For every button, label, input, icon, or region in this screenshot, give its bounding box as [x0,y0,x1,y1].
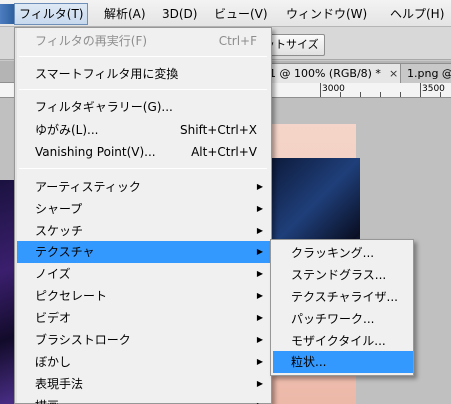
menu-item-label: 粒状... [291,355,327,369]
submenu-arrow-icon: ▶ [256,182,263,191]
menu-item-vanishing-point[interactable]: Vanishing Point(V)... Alt+Ctrl+V [17,141,271,163]
submenu-arrow-icon: ▶ [256,269,263,278]
menu-item-label: モザイクタイル... [291,334,386,348]
submenu-arrow-icon: ▶ [257,395,263,404]
menu-item-label: テクスチャ [35,245,95,259]
menu-item-grain[interactable]: 粒状... [273,351,413,373]
ruler-tick [420,83,421,97]
menu-item-label: ぼかし [35,355,72,369]
fit-screen-button[interactable]: ットサイズ [263,34,325,56]
menu-separator [19,168,267,169]
ruler-tick [360,92,361,97]
tab-label: 1.png @ [407,67,451,80]
menu-item-label: Vanishing Point(V)... [35,145,156,159]
menu-item-stylize[interactable]: 表現手法 ▶ [17,373,271,395]
menu-filter[interactable]: フィルタ(T) [14,3,89,25]
menu-view[interactable]: ビュー(V) [210,3,272,25]
menu-item-artistic[interactable]: アーティスティック ▶ [17,176,271,198]
menu-item-craquelure[interactable]: クラッキング... [273,242,413,264]
menu-item-label: アーティスティック [35,180,141,194]
menu-item-label: ノイズ [35,267,71,281]
menu-item-shortcut: Ctrl+F [218,34,257,48]
menu-item-label: 表現手法 [35,377,84,391]
texture-submenu: クラッキング... ステンドグラス... テクスチャライザ... パッチワーク.… [270,239,414,376]
menu-item-label: ピクセレート [35,289,108,303]
menu-item-pixelate[interactable]: ピクセレート ▶ [17,285,271,307]
menu-separator [19,56,267,57]
menu-item-label: スケッチ [35,224,84,238]
menu-item-liquify[interactable]: ゆがみ(L)... Shift+Ctrl+X [17,119,271,141]
menu-item-label: 描画 [35,395,59,404]
menu-help[interactable]: ヘルプ(H) [386,3,448,25]
menu-item-shortcut: Alt+Ctrl+V [191,145,257,159]
tab-document-1[interactable]: 1 @ 100% (RGB/8) * × [262,63,406,83]
menu-separator [19,89,267,90]
menu-analysis[interactable]: 解析(A) [100,3,150,25]
ruler-tick [320,83,321,97]
menu-item-label: ブラシストローク [35,333,131,347]
menu-item-video[interactable]: ビデオ ▶ [17,307,271,329]
menu-item-texturizer[interactable]: テクスチャライザ... [273,286,413,308]
menu-item-label: ゆがみ(L)... [35,123,99,137]
menu-item-texture[interactable]: テクスチャ ▶ [17,241,271,263]
submenu-arrow-icon: ▶ [256,313,263,322]
ruler-label: 3500 [422,84,445,94]
submenu-arrow-icon: ▶ [256,226,263,235]
menu-item-patchwork[interactable]: パッチワーク... [273,308,413,330]
ruler-tick [400,92,401,97]
menu-3d[interactable]: 3D(D) [158,3,201,25]
submenu-arrow-icon: ▶ [256,247,263,256]
submenu-arrow-icon: ▶ [256,335,263,344]
menu-item-label: スマートフィルタ用に変換 [35,67,179,81]
menu-item-label: クラッキング... [291,246,375,260]
app-icon [0,4,14,24]
menu-item-mosaic-tiles[interactable]: モザイクタイル... [273,330,413,352]
menu-item-label: フィルタギャラリー(G)... [35,100,173,114]
menu-item-stained-glass[interactable]: ステンドグラス... [273,264,413,286]
menu-item-label: パッチワーク... [291,312,375,326]
submenu-arrow-icon: ▶ [256,291,263,300]
menu-item-brush-strokes[interactable]: ブラシストローク ▶ [17,329,271,351]
menu-item-shortcut: Shift+Ctrl+X [180,123,257,137]
menu-item-convert-smart-filter[interactable]: スマートフィルタ用に変換 [17,63,271,85]
menu-item-filter-gallery[interactable]: フィルタギャラリー(G)... [17,96,271,118]
ruler-tick [340,92,341,97]
menu-item-sharpen[interactable]: シャープ ▶ [17,198,271,220]
submenu-arrow-icon: ▶ [256,357,263,366]
close-icon[interactable]: × [389,67,398,80]
tab-label: 1 @ 100% (RGB/8) * [269,67,381,80]
ruler-tick [380,92,381,97]
menu-item-noise[interactable]: ノイズ ▶ [17,263,271,285]
ruler-label: 3000 [322,84,345,94]
menu-item-render[interactable]: 描画 ▶ [17,395,271,404]
menu-item-label: ビデオ [35,311,72,325]
menu-item-label: ステンドグラス... [291,268,387,282]
menu-item-label: フィルタの再実行(F) [35,34,148,48]
filter-menu: フィルタの再実行(F) Ctrl+F スマートフィルタ用に変換 フィルタギャラリ… [14,27,272,404]
tab-document-2[interactable]: 1.png @ [400,63,451,83]
submenu-arrow-icon: ▶ [256,379,263,388]
menu-item-sketch[interactable]: スケッチ ▶ [17,220,271,242]
menu-item-blur[interactable]: ぼかし ▶ [17,351,271,373]
menu-item-label: テクスチャライザ... [291,290,398,304]
submenu-arrow-icon: ▶ [256,204,263,213]
ruler-tick [440,92,441,97]
menu-item-label: シャープ [35,202,83,216]
menu-item-reapply-filter[interactable]: フィルタの再実行(F) Ctrl+F [17,30,271,52]
menu-window[interactable]: ウィンドウ(W) [282,3,371,25]
menu-bar: フィルタ(T) 解析(A) 3D(D) ビュー(V) ウィンドウ(W) ヘルプ(… [0,0,451,27]
